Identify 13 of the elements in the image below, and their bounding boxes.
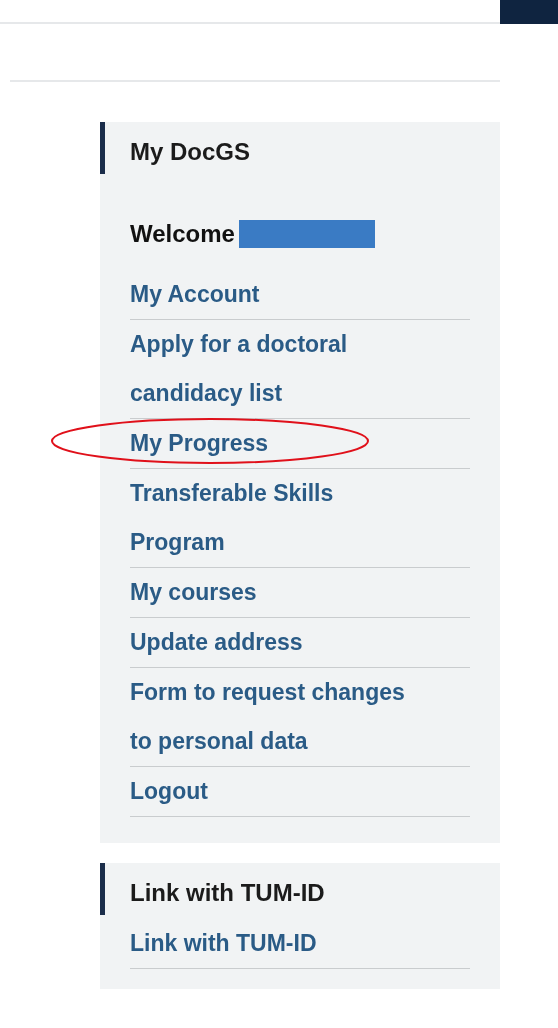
welcome-text: Welcome <box>130 219 235 249</box>
sidebar-link[interactable]: Apply for a doctoral candidacy list <box>130 320 420 418</box>
sidebar-link[interactable]: Update address <box>130 618 420 667</box>
sidebar-link[interactable]: Link with TUM-ID <box>130 919 420 968</box>
sidebar-link[interactable]: My Progress <box>130 419 420 468</box>
panel-heading: Link with TUM-ID <box>100 863 500 915</box>
sidebar-link[interactable]: Logout <box>130 767 420 816</box>
header-bar <box>500 0 558 24</box>
panel-heading: My DocGS <box>100 122 500 174</box>
sidebar-link[interactable]: Transferable Skills Program <box>130 469 420 567</box>
sidebar-link[interactable]: My Account <box>130 270 420 319</box>
sidebar-link[interactable]: My courses <box>130 568 420 617</box>
sidebar-link[interactable]: Form to request changes to personal data <box>130 668 420 766</box>
